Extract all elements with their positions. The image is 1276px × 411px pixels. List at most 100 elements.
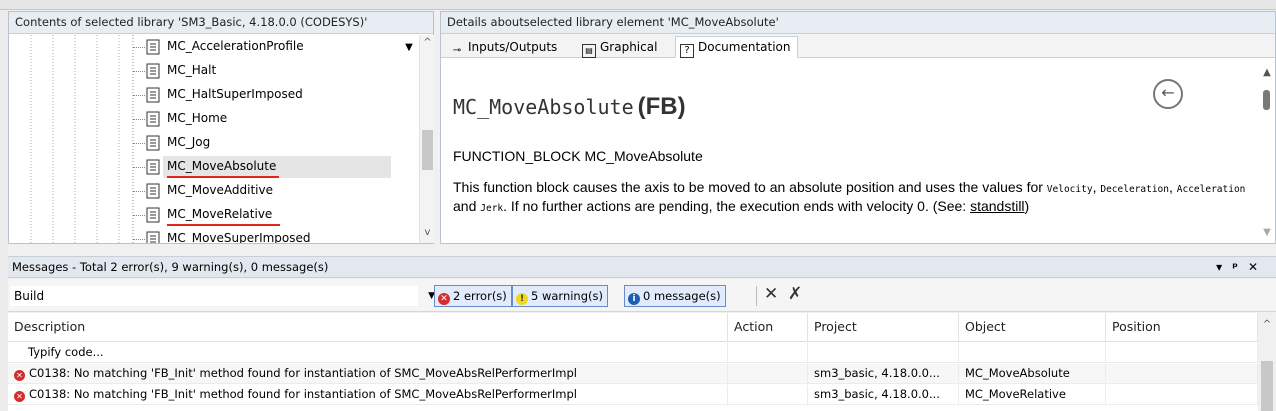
tree-item[interactable]: MC_Halt: [9, 59, 419, 83]
doc-signature: FUNCTION_BLOCK MC_MoveAbsolute: [453, 148, 703, 164]
tree-item[interactable]: MC_MoveSuperImposed: [9, 227, 419, 243]
messages-toolbar: Build ▼ ✕ 2 error(s) ! 5 warning(s) i0 mes…: [8, 279, 1276, 312]
details-scrollbar[interactable]: ▲ ▼: [1259, 59, 1275, 243]
cell-project: sm3_basic, 4.18.0.0...: [808, 385, 959, 405]
tree-item[interactable]: MC_MoveAdditive: [9, 179, 419, 203]
doc-element-name: MC_MoveAbsolute: [453, 95, 634, 119]
back-icon[interactable]: ←: [1153, 79, 1183, 109]
cell-action: [728, 343, 808, 363]
graphical-icon: ▤: [582, 44, 596, 58]
cell-object: MC_MoveAbsolute: [959, 364, 1106, 384]
cell-project: sm3_basic, 4.18.0.0...: [808, 364, 959, 384]
tree-item[interactable]: MC_Jog: [9, 131, 419, 155]
description-text: C0138: No matching 'FB_Init' method foun…: [29, 366, 577, 380]
tree-item-label: MC_MoveSuperImposed: [167, 231, 311, 243]
scroll-thumb[interactable]: [422, 130, 433, 170]
pin-icon[interactable]: ᵖ: [1232, 260, 1248, 274]
scroll-thumb[interactable]: [1263, 90, 1270, 110]
dropdown-icon[interactable]: ▾: [1216, 260, 1232, 274]
document-icon: [146, 87, 160, 103]
table-header: Description Action Project Object Positi…: [8, 313, 1258, 342]
scroll-up-icon[interactable]: ▲: [1259, 67, 1275, 78]
tab-label: Inputs/Outputs: [468, 40, 558, 54]
library-tree[interactable]: MC_AccelerationProfile ▼ MC_Halt MC_Halt…: [9, 35, 419, 243]
cell-position: [1106, 364, 1258, 384]
scroll-down-icon[interactable]: v: [420, 227, 435, 238]
warnings-filter-button[interactable]: ! 5 warning(s): [512, 285, 608, 307]
panel-window-controls[interactable]: ▾ᵖ✕: [1216, 257, 1268, 278]
error-icon: ✕: [14, 370, 25, 381]
col-project[interactable]: Project: [808, 313, 959, 342]
table-row[interactable]: Typify code...: [8, 343, 1258, 363]
cell-position: [1106, 385, 1258, 405]
table-row[interactable]: ✕ C0138: No matching 'FB_Init' method fou…: [8, 385, 1258, 405]
tree-item-label: MC_MoveAbsolute: [167, 159, 277, 173]
col-object[interactable]: Object: [959, 313, 1106, 342]
cell-description: ✕ C0138: No matching 'FB_Init' method fou…: [8, 364, 728, 384]
tree-item[interactable]: MC_MoveRelative: [9, 203, 419, 227]
red-underline-annotation: [167, 176, 279, 178]
errors-filter-button[interactable]: ✕ 2 error(s): [434, 285, 512, 307]
col-action[interactable]: Action: [728, 313, 808, 342]
scroll-down-icon[interactable]: ▼: [1259, 227, 1275, 238]
document-icon: [146, 111, 160, 127]
tab-inputs-outputs[interactable]: ⊸ Inputs/Outputs: [445, 36, 564, 58]
message-source-select[interactable]: Build ▼: [10, 286, 435, 306]
error-icon: ✕: [438, 293, 450, 305]
tab-graphical[interactable]: ▤ Graphical: [577, 36, 664, 58]
tree-item-label: MC_MoveAdditive: [167, 183, 274, 197]
cell-action: [728, 364, 808, 384]
scroll-up-icon[interactable]: ^: [1258, 319, 1276, 330]
red-underline-annotation: [167, 224, 280, 226]
tree-item-label: MC_HaltSuperImposed: [167, 87, 303, 101]
desc-text: ): [1024, 198, 1030, 214]
details-tabs: ⊸ Inputs/Outputs ▤ Graphical ? Documentatio…: [441, 34, 1275, 58]
info-icon: i: [628, 293, 640, 305]
document-icon: [146, 207, 160, 223]
help-icon: ?: [680, 44, 694, 58]
tree-item[interactable]: MC_HaltSuperImposed: [9, 83, 419, 107]
toolbar-separator: [756, 286, 757, 306]
doc-description: This function block causes the axis to b…: [453, 179, 1253, 217]
messages-count: 0 message(s): [643, 289, 721, 303]
scroll-thumb[interactable]: [1261, 361, 1273, 411]
tree-scrollbar[interactable]: ^ v: [419, 35, 434, 243]
table-row[interactable]: ✕ C0138: No matching 'FB_Init' method fou…: [8, 364, 1258, 384]
desc-text: and: [453, 198, 481, 214]
clear-icon[interactable]: ✕: [764, 284, 778, 304]
library-panel-title: Contents of selected library 'SM3_Basic,…: [9, 12, 433, 34]
cell-object: MC_MoveRelative: [959, 385, 1106, 405]
table-scrollbar[interactable]: ^: [1258, 313, 1276, 411]
clear-all-icon[interactable]: ✗: [788, 284, 802, 304]
col-description[interactable]: Description: [8, 313, 728, 342]
tree-item[interactable]: MC_Home: [9, 107, 419, 131]
document-icon: [146, 183, 160, 199]
selected-source: Build: [14, 289, 45, 303]
close-icon[interactable]: ✕: [1248, 260, 1268, 274]
cell-position: [1106, 343, 1258, 363]
warnings-count: 5 warning(s): [531, 289, 603, 303]
desc-text: . If no further actions are pending, the…: [503, 198, 971, 214]
code-deceleration: Deceleration: [1100, 184, 1169, 195]
standstill-link[interactable]: standstill: [970, 198, 1024, 214]
tree-item[interactable]: MC_AccelerationProfile ▼: [9, 35, 419, 59]
messages-title-text: Messages - Total 2 error(s), 9 warning(s…: [12, 260, 329, 274]
cell-action: [728, 385, 808, 405]
document-icon: [146, 39, 160, 55]
desc-text: This function block causes the axis to b…: [453, 179, 1047, 195]
messages-filter-button[interactable]: i0 message(s): [624, 285, 726, 307]
tab-documentation[interactable]: ? Documentation: [675, 36, 798, 58]
scroll-up-icon[interactable]: ^: [420, 37, 435, 48]
col-position[interactable]: Position: [1106, 313, 1258, 342]
code-jerk: Jerk: [480, 203, 504, 214]
details-panel-title: Details aboutselected library element 'M…: [441, 12, 1275, 34]
tree-item-label: MC_Jog: [167, 135, 211, 149]
dropdown-arrow-icon[interactable]: ▼: [402, 41, 416, 55]
details-panel: Details aboutselected library element 'M…: [440, 11, 1276, 244]
messages-table: Description Action Project Object Positi…: [8, 313, 1276, 411]
error-icon: ✕: [14, 391, 25, 402]
tree-item-label: MC_MoveRelative: [167, 207, 273, 221]
messages-panel-title: Messages - Total 2 error(s), 9 warning(s…: [8, 256, 1276, 278]
left-edge: [0, 10, 8, 411]
tree-item-selected[interactable]: MC_MoveAbsolute: [9, 155, 419, 179]
